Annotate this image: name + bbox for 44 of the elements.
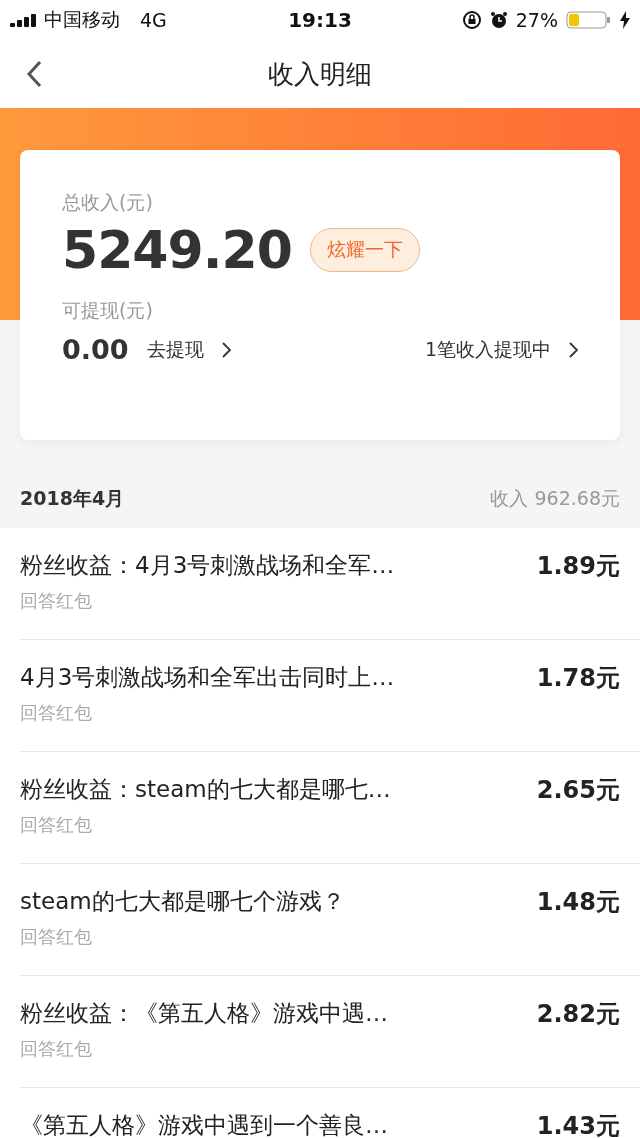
total-income-label: 总收入(元) [62, 190, 154, 215]
record-amount: 1.89元 [535, 551, 620, 582]
record-title: 《第五人格》游戏中遇到一个善良… [20, 1111, 389, 1138]
clock-time: 19:13 [288, 8, 352, 32]
income-record[interactable]: 《第五人格》游戏中遇到一个善良… 1.43元 [20, 1088, 640, 1138]
pending-withdrawal-link[interactable]: 1笔收入提现中 [424, 336, 551, 363]
record-title: 粉丝收益：《第五人格》游戏中遇… [20, 999, 389, 1028]
withdraw-link[interactable]: 去提现 [146, 336, 204, 363]
back-icon [26, 60, 42, 88]
income-record[interactable]: 4月3号刺激战场和全军出击同时上… 回答红包 1.78元 [20, 640, 640, 752]
signal-icon [10, 13, 38, 27]
record-amount: 2.82元 [535, 999, 620, 1030]
battery-percent: 27% [515, 9, 558, 31]
chevron-right-icon [569, 341, 578, 358]
network-type: 4G [140, 9, 167, 31]
record-title: steam的七大都是哪七个游戏？ [20, 887, 346, 916]
page-title: 收入明细 [268, 57, 372, 91]
income-record[interactable]: steam的七大都是哪七个游戏？ 回答红包 1.48元 [20, 864, 640, 976]
record-type: 回答红包 [20, 925, 93, 949]
chevron-right-icon [221, 341, 231, 358]
income-record[interactable]: 粉丝收益：steam的七大都是哪七… 回答红包 2.65元 [20, 752, 640, 864]
rotation-lock-icon [461, 10, 482, 30]
battery-icon [566, 10, 612, 30]
record-amount: 1.43元 [535, 1111, 620, 1138]
record-amount: 1.48元 [535, 887, 620, 918]
record-amount: 1.78元 [535, 663, 620, 694]
withdrawable-amount: 0.00 [62, 334, 129, 365]
record-type: 回答红包 [20, 589, 93, 613]
record-type: 回答红包 [20, 701, 93, 725]
alarm-clock-icon [489, 11, 508, 29]
withdrawable-label: 可提现(元) [62, 298, 154, 323]
record-type: 回答红包 [20, 813, 93, 837]
month-income: 收入 962.68元 [490, 486, 620, 511]
income-record[interactable]: 粉丝收益：4月3号刺激战场和全军… 回答红包 1.89元 [20, 528, 640, 640]
carrier-name: 中国移动 [44, 7, 120, 32]
charging-bolt-icon [620, 11, 630, 29]
income-record[interactable]: 粉丝收益：《第五人格》游戏中遇… 回答红包 2.82元 [20, 976, 640, 1088]
record-amount: 2.65元 [535, 775, 620, 806]
record-type: 回答红包 [20, 1037, 93, 1061]
record-title: 粉丝收益：4月3号刺激战场和全军… [20, 551, 396, 580]
month-label: 2018年4月 [20, 486, 125, 511]
total-income-amount: 5249.20 [62, 220, 292, 280]
record-title: 4月3号刺激战场和全军出击同时上… [20, 663, 396, 692]
record-title: 粉丝收益：steam的七大都是哪七… [20, 775, 392, 804]
